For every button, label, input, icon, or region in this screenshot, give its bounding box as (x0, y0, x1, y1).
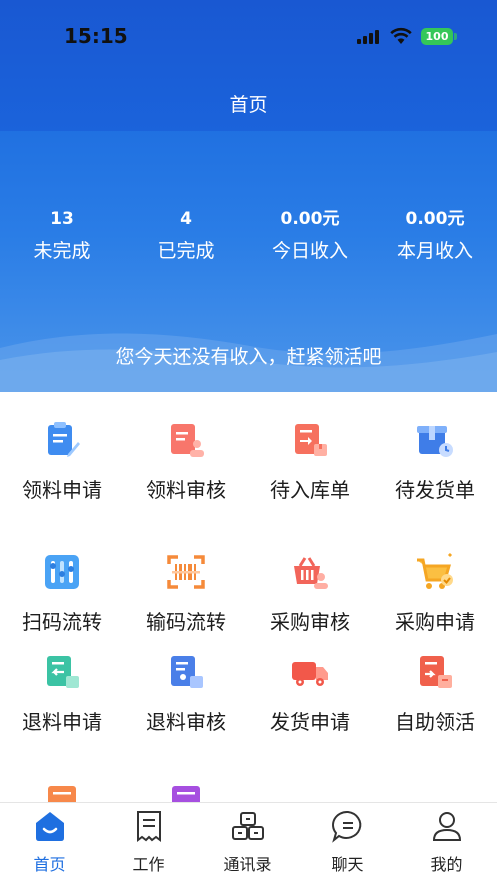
return-doc-icon (47, 656, 79, 688)
doc-purple-icon (172, 786, 200, 802)
grid-item-code-input-transfer[interactable]: 输码流转 (124, 552, 248, 635)
stat-label: 今日收入 (271, 240, 348, 262)
grid-item-label: 领料审核 (146, 478, 226, 502)
grid-item-label: 输码流转 (146, 610, 226, 634)
grid-item-purchase-request[interactable]: 采购申请 (373, 552, 497, 635)
header-banner: 15:15 100 首页 13 未完成 4 已完成 0.00元 今日收入 0.0… (0, 0, 497, 392)
box-clock-icon (417, 426, 453, 457)
warehouse-in-icon (295, 424, 327, 456)
tab-label: 聊天 (331, 855, 364, 874)
bottom-tab-bar: 首页 工作 通讯录 聊天 我的 (0, 802, 497, 883)
grid-item-label: 采购审核 (270, 610, 350, 634)
grid-item-purchase-review[interactable]: 采购审核 (248, 552, 372, 635)
grid-item-return-review[interactable]: 退料审核 (124, 652, 248, 735)
function-grid: 领料申请 领料审核 待入库单 待发货单 扫码流转 输码流转 采购审核 采购申请 … (0, 392, 497, 802)
user-icon (432, 812, 461, 841)
grid-item-label: 退料审核 (146, 710, 226, 734)
stat-value: 4 (180, 209, 192, 229)
battery-icon: 100 (421, 28, 453, 45)
grid-item-label: 发货申请 (270, 710, 350, 734)
grid-item-self-service-task[interactable]: 自助领活 (373, 652, 497, 735)
status-time: 15:15 (64, 24, 128, 48)
truck-icon (292, 662, 328, 686)
grid-item-pending-inbound[interactable]: 待入库单 (248, 420, 372, 503)
grid-item-label: 自助领活 (395, 710, 475, 734)
grid-item-label: 领料申请 (22, 478, 102, 502)
grid-item-label: 扫码流转 (22, 610, 102, 634)
barcode-icon (167, 555, 205, 589)
tab-mine[interactable]: 我的 (397, 809, 496, 875)
stat-label: 已完成 (157, 240, 215, 262)
stat-label: 未完成 (33, 240, 91, 262)
grid-item-label: 退料申请 (22, 710, 102, 734)
grid-item-partial-2[interactable] (124, 784, 248, 802)
doc-orange-icon (48, 786, 76, 802)
stat-value: 0.00元 (405, 209, 465, 229)
stat-label: 本月收入 (396, 240, 473, 262)
grid-item-label: 待发货单 (395, 478, 475, 502)
grid-item-pending-shipment[interactable]: 待发货单 (373, 420, 497, 503)
grid-item-partial-1[interactable] (0, 784, 124, 802)
stats-row: 13 未完成 4 已完成 0.00元 今日收入 0.00元 本月收入 (0, 208, 497, 268)
tab-home[interactable]: 首页 (0, 809, 99, 875)
basket-user-icon (294, 557, 328, 589)
wifi-icon (390, 27, 412, 44)
tab-label: 我的 (430, 855, 463, 874)
tab-contacts[interactable]: 通讯录 (198, 809, 297, 875)
cellular-signal-icon (357, 30, 381, 44)
return-review-icon (171, 656, 203, 688)
stat-completed[interactable]: 4 已完成 (124, 208, 248, 263)
clipboard-user-icon (171, 424, 204, 457)
grid-item-material-review[interactable]: 领料审核 (124, 420, 248, 503)
chat-icon (331, 810, 361, 843)
self-service-icon (420, 656, 452, 688)
cart-check-icon (417, 552, 453, 589)
status-bar: 15:15 100 (0, 0, 497, 70)
grid-item-scan-transfer[interactable]: 扫码流转 (0, 552, 124, 635)
stat-month-income[interactable]: 0.00元 本月收入 (373, 208, 497, 263)
battery-tip (454, 33, 457, 40)
tab-chat[interactable]: 聊天 (298, 809, 397, 875)
grid-item-material-request[interactable]: 领料申请 (0, 420, 124, 503)
banner-message: 您今天还没有收入，赶紧领活吧 (115, 346, 382, 368)
grid-item-return-request[interactable]: 退料申请 (0, 652, 124, 735)
grid-item-label: 待入库单 (270, 478, 350, 502)
home-icon (35, 812, 64, 841)
stat-today-income[interactable]: 0.00元 今日收入 (248, 208, 372, 263)
stat-value: 13 (50, 209, 74, 229)
tab-label: 通讯录 (223, 855, 272, 874)
page-title: 首页 (229, 94, 268, 116)
tab-label: 工作 (132, 855, 165, 874)
stat-value: 0.00元 (280, 209, 340, 229)
contacts-icon (231, 812, 264, 840)
receipt-icon (136, 811, 161, 842)
stat-uncompleted[interactable]: 13 未完成 (0, 208, 124, 263)
grid-item-shipment-request[interactable]: 发货申请 (248, 652, 372, 735)
tab-work[interactable]: 工作 (99, 809, 198, 875)
tab-label: 首页 (33, 855, 66, 874)
scan-grid-icon (45, 555, 79, 589)
clipboard-pen-icon (48, 422, 80, 457)
grid-item-label: 采购申请 (395, 610, 475, 634)
